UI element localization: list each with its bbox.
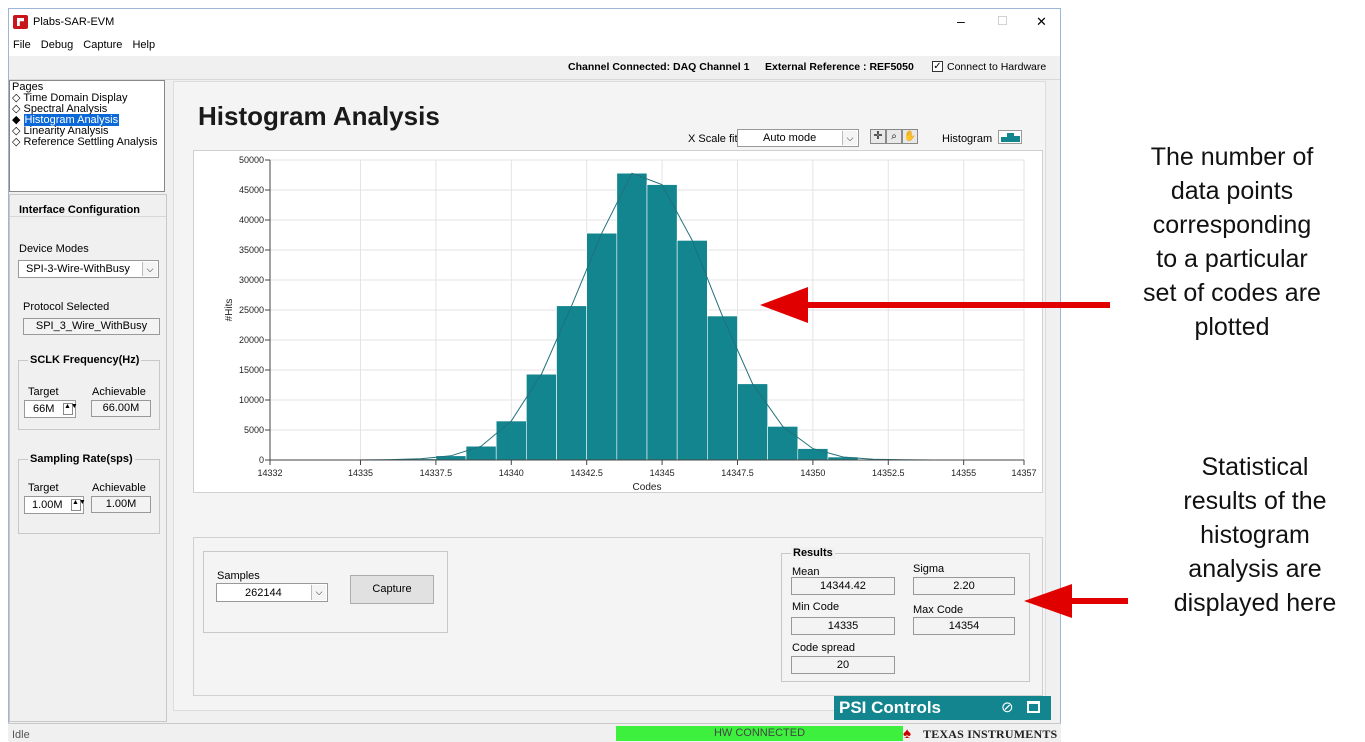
annotation-arrows [760, 287, 1128, 618]
plot-arrow-head [760, 287, 808, 323]
results-arrow-head [1024, 584, 1072, 618]
